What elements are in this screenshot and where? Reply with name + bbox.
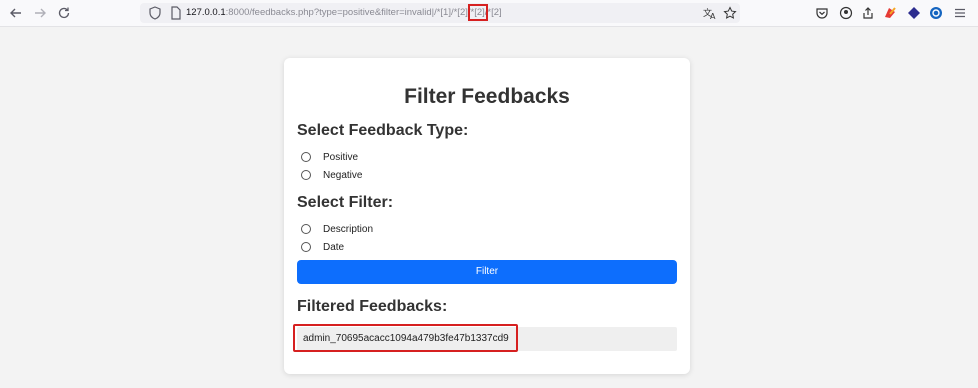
star-icon[interactable] — [720, 3, 740, 23]
extension-icon[interactable] — [926, 3, 946, 23]
radio-label: Date — [323, 241, 345, 253]
filtered-feedbacks-heading: Filtered Feedbacks: — [297, 298, 448, 315]
radio-button[interactable] — [301, 170, 311, 180]
feedback-type-heading: Select Feedback Type: — [297, 122, 469, 139]
filter-button[interactable]: Filter — [297, 260, 677, 284]
highlight-box — [293, 324, 518, 352]
radio-positive[interactable]: Positive — [301, 150, 358, 164]
filter-heading: Select Filter: — [297, 194, 394, 211]
radio-button[interactable] — [301, 152, 311, 162]
radio-button[interactable] — [301, 242, 311, 252]
reload-icon[interactable] — [54, 3, 74, 23]
account-icon[interactable] — [836, 3, 856, 23]
share-icon[interactable] — [858, 3, 878, 23]
radio-date[interactable]: Date — [301, 240, 344, 254]
pocket-icon[interactable] — [812, 3, 832, 23]
radio-label: Positive — [323, 151, 359, 163]
url-host: 127.0.0.1 — [186, 7, 226, 18]
extension-icon[interactable] — [904, 3, 924, 23]
url-text[interactable]: 127.0.0.1:8000/feedbacks.php?type=positi… — [186, 4, 502, 21]
svg-text:A: A — [710, 12, 716, 20]
menu-icon[interactable] — [950, 3, 970, 23]
radio-description[interactable]: Description — [301, 222, 373, 236]
back-arrow-icon[interactable] — [6, 3, 26, 23]
url-highlighted-segment: *[2] — [467, 4, 488, 21]
forward-arrow-icon[interactable] — [30, 3, 50, 23]
address-bar[interactable]: 127.0.0.1:8000/feedbacks.php?type=positi… — [140, 3, 740, 23]
page-title: Filter Feedbacks — [404, 85, 570, 108]
radio-button[interactable] — [301, 224, 311, 234]
url-tail: /*[2] — [484, 7, 502, 18]
radio-negative[interactable]: Negative — [301, 168, 362, 182]
browser-toolbar: 127.0.0.1:8000/feedbacks.php?type=positi… — [0, 0, 978, 27]
shield-icon[interactable] — [148, 5, 162, 21]
translate-icon[interactable]: 文A — [700, 3, 720, 23]
page-icon[interactable] — [170, 5, 182, 21]
radio-label: Description — [323, 223, 374, 235]
url-path: :8000/feedbacks.php?type=positive&filter… — [225, 7, 471, 18]
extension-icon[interactable] — [880, 3, 900, 23]
filter-card: Filter Feedbacks Select Feedback Type: P… — [284, 58, 690, 374]
radio-label: Negative — [323, 169, 363, 181]
